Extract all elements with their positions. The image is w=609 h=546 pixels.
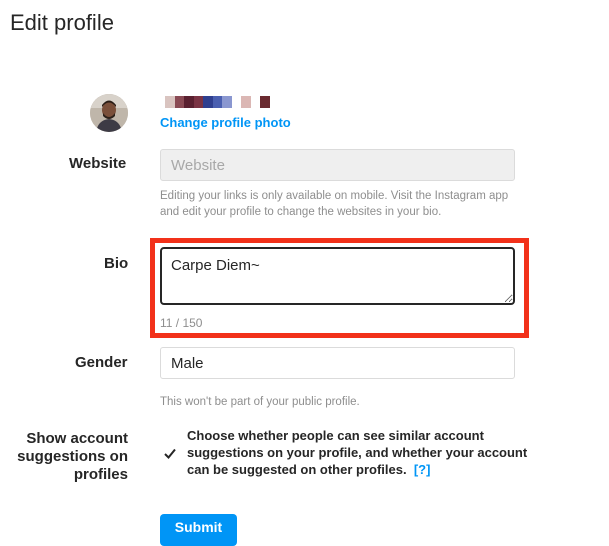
username-redacted [165, 96, 271, 108]
submit-button[interactable]: Submit [160, 514, 237, 546]
avatar-photo [90, 94, 128, 132]
gender-input[interactable] [160, 347, 515, 379]
account-suggestions-checkbox[interactable] [163, 446, 177, 460]
account-suggestions-label: Show account suggestions on profiles [17, 430, 128, 483]
checkmark-icon [164, 448, 176, 459]
bio-textarea[interactable]: Carpe Diem~ [160, 247, 515, 305]
bio-character-count: 11 / 150 [160, 316, 203, 330]
account-suggestions-text: Choose whether people can see similar ac… [187, 428, 528, 477]
page-title: Edit profile [10, 10, 114, 35]
suggestions-help-link[interactable]: [?] [414, 462, 431, 477]
gender-label: Gender [75, 354, 128, 371]
change-profile-photo-link[interactable]: Change profile photo [160, 115, 291, 130]
avatar[interactable] [90, 94, 128, 132]
gender-help-text: This won't be part of your public profil… [160, 396, 360, 408]
website-help-text: Editing your links is only available on … [160, 190, 509, 218]
website-label: Website [69, 155, 127, 172]
account-suggestions-description: Choose whether people can see similar ac… [187, 427, 547, 478]
bio-label: Bio [104, 255, 129, 272]
website-input[interactable] [160, 149, 515, 181]
